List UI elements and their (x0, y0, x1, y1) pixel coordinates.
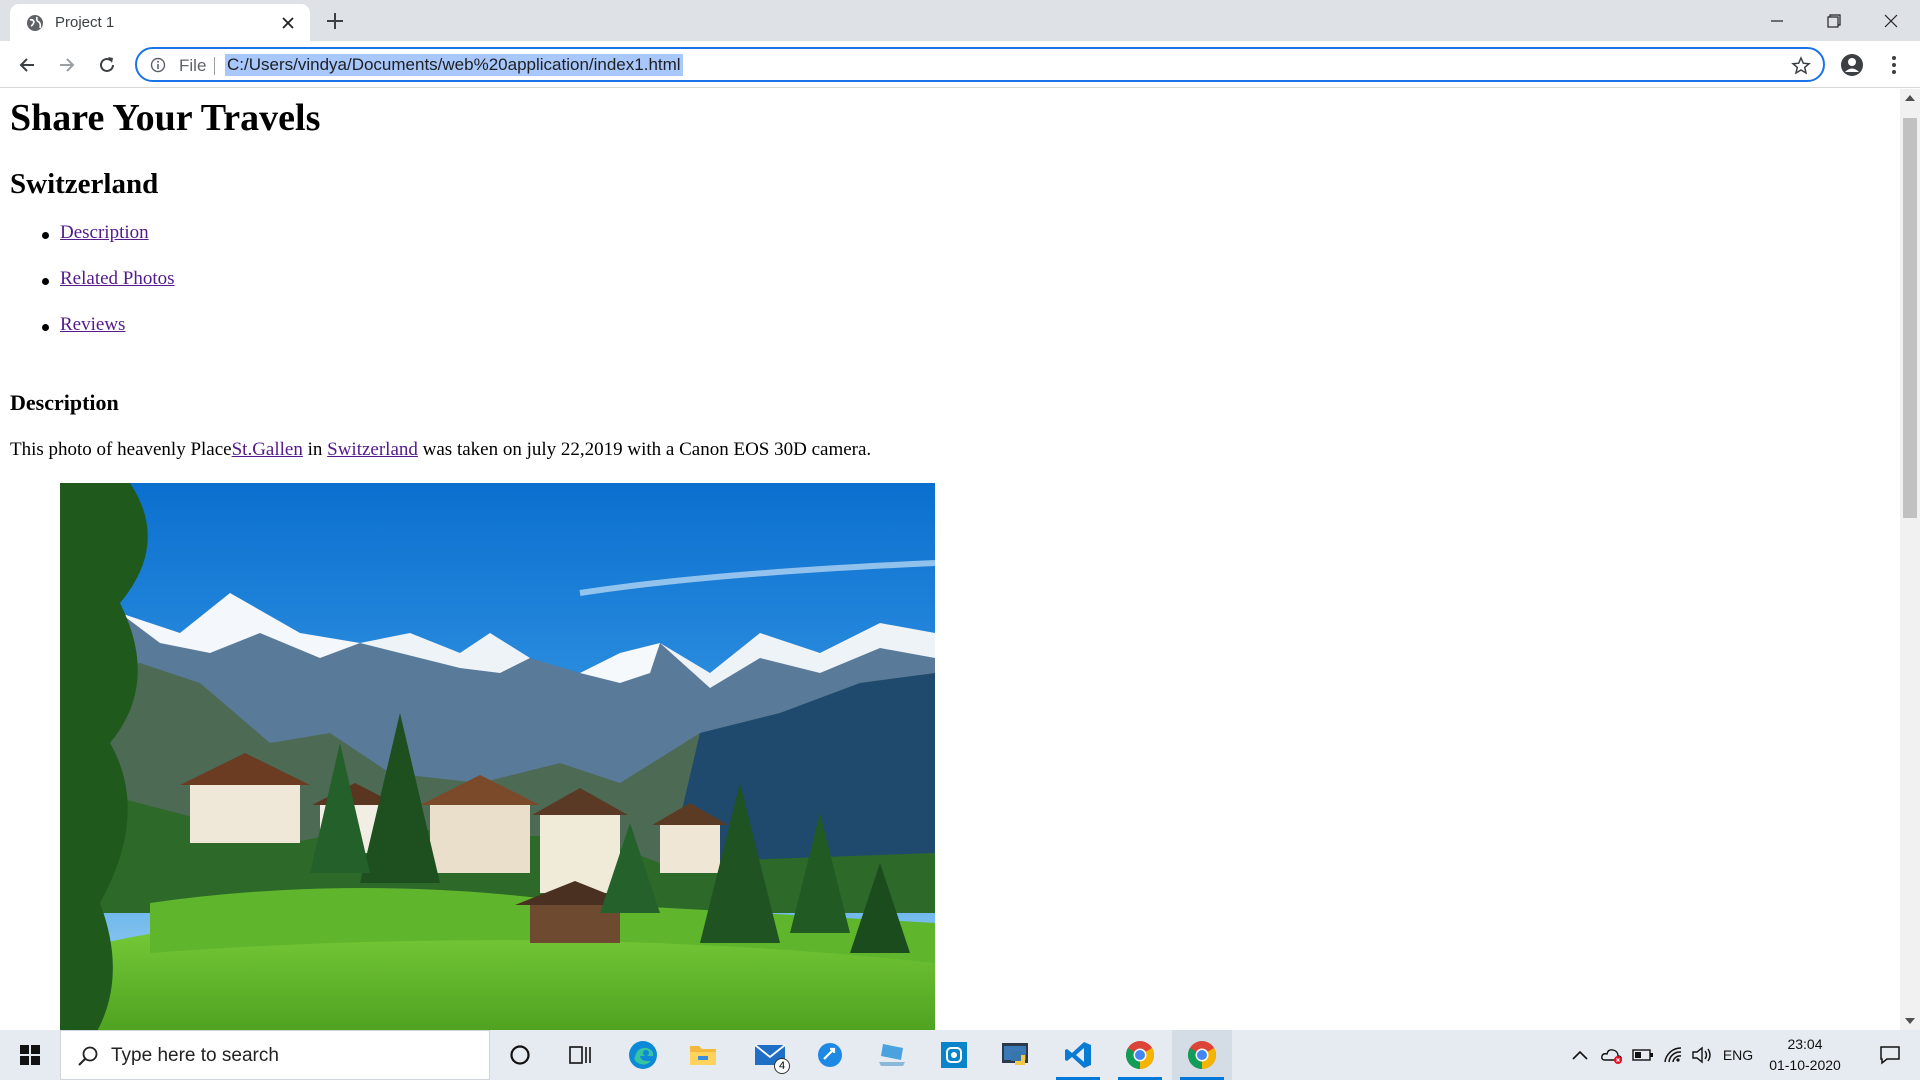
browser-tab[interactable]: Project 1 (10, 4, 310, 41)
taskbar-python[interactable] (986, 1030, 1046, 1080)
search-placeholder: Type here to search (111, 1045, 279, 1066)
page-viewport: Share Your Travels Switzerland Descripti… (0, 89, 1900, 1030)
taskbar-search-box[interactable]: Type here to search (60, 1030, 490, 1080)
taskbar-app-camera[interactable] (924, 1030, 984, 1080)
app-circle-icon (818, 1043, 842, 1067)
country-heading: Switzerland (10, 168, 159, 200)
close-tab-icon[interactable] (280, 15, 296, 31)
scheme-label: File (179, 56, 207, 75)
taskbar-app-blue[interactable] (800, 1030, 860, 1080)
python-app-icon (1002, 1043, 1028, 1065)
chrome-icon (1188, 1041, 1216, 1069)
tray-wifi[interactable] (1660, 1030, 1686, 1080)
task-view-icon (569, 1046, 591, 1064)
windows-logo-icon (20, 1045, 40, 1065)
clock-time: 23:04 (1787, 1036, 1823, 1052)
restore-icon (1827, 13, 1841, 28)
edge-icon (629, 1041, 657, 1069)
restore-button[interactable] (1805, 0, 1863, 41)
new-tab-icon[interactable] (324, 10, 346, 32)
country-link[interactable]: Switzerland (327, 439, 418, 460)
arrow-right-icon (60, 58, 75, 72)
wifi-icon (1664, 1047, 1682, 1063)
close-icon (1884, 14, 1898, 27)
device-icon (879, 1044, 905, 1066)
taskbar-file-explorer[interactable] (673, 1030, 733, 1080)
nav-item-reviews: Reviews (42, 314, 175, 360)
description-heading: Description (10, 390, 119, 415)
info-icon[interactable] (150, 57, 166, 73)
landscape-photo (60, 483, 935, 1030)
page-title: Share Your Travels (10, 97, 321, 139)
taskbar: Type here to search 4 ENG 23:04 01-10-20… (0, 1030, 1920, 1080)
tray-onedrive[interactable] (1598, 1030, 1626, 1080)
taskbar-edge[interactable] (613, 1030, 673, 1080)
minimize-icon (1771, 19, 1783, 22)
nav-link-description[interactable]: Description (60, 222, 149, 243)
minimize-button[interactable] (1748, 0, 1806, 41)
camera-app-icon (941, 1042, 967, 1068)
reload-button[interactable] (94, 52, 120, 78)
action-center-button[interactable] (1862, 1030, 1918, 1080)
browser-toolbar: File C:/Users/vindya/Documents/web%20app… (0, 41, 1920, 88)
taskbar-chrome-1[interactable] (1110, 1030, 1170, 1080)
taskbar-chrome-2[interactable] (1172, 1030, 1232, 1080)
menu-dots-icon[interactable] (1884, 53, 1904, 77)
tab-strip: Project 1 (0, 0, 1920, 41)
globe-icon (27, 15, 43, 31)
description-in: in (302, 439, 328, 460)
language-label: ENG (1722, 1047, 1754, 1063)
scroll-up-arrow-icon[interactable] (1905, 95, 1915, 101)
forward-button[interactable] (54, 52, 80, 78)
city-link[interactable]: St.Gallen (232, 439, 303, 460)
chrome-icon (1126, 1041, 1154, 1069)
tab-title: Project 1 (55, 14, 115, 31)
taskbar-mail[interactable]: 4 (740, 1030, 800, 1080)
nav-item-related-photos: Related Photos (42, 268, 175, 314)
tray-battery[interactable] (1630, 1030, 1656, 1080)
tray-volume[interactable] (1688, 1030, 1716, 1080)
taskbar-clock[interactable]: 23:04 01-10-2020 (1760, 1034, 1850, 1076)
profile-icon[interactable] (1840, 53, 1864, 77)
omnibox-divider (214, 57, 215, 75)
description-paragraph: This photo of heavenly PlaceSt.Gallen in… (10, 439, 871, 461)
taskbar-vscode[interactable] (1048, 1030, 1108, 1080)
folder-icon (690, 1046, 716, 1065)
address-bar[interactable]: File C:/Users/vindya/Documents/web%20app… (135, 47, 1825, 82)
star-icon[interactable] (1791, 56, 1811, 76)
chevron-up-icon (1572, 1050, 1588, 1060)
nav-link-reviews[interactable]: Reviews (60, 314, 125, 335)
tray-overflow-button[interactable] (1568, 1030, 1592, 1080)
description-prefix: This photo of heavenly Place (10, 439, 232, 460)
description-suffix: was taken on july 22,2019 with a Canon E… (417, 439, 872, 460)
vertical-scrollbar[interactable] (1900, 89, 1920, 1030)
scroll-thumb[interactable] (1903, 118, 1917, 518)
scroll-down-arrow-icon[interactable] (1905, 1018, 1915, 1024)
reload-icon (100, 57, 114, 72)
close-window-button[interactable] (1862, 0, 1920, 41)
speaker-icon (1692, 1046, 1711, 1064)
cortana-button[interactable] (490, 1030, 550, 1080)
cortana-circle-icon (510, 1045, 530, 1065)
taskbar-app-device[interactable] (862, 1030, 922, 1080)
nav-item-description: Description (42, 222, 175, 268)
arrow-left-icon (19, 58, 34, 72)
cloud-error-icon (1601, 1049, 1622, 1064)
back-button[interactable] (14, 52, 40, 78)
task-view-button[interactable] (550, 1030, 610, 1080)
section-nav-list: Description Related Photos Reviews (42, 222, 175, 360)
battery-icon (1632, 1049, 1653, 1061)
vscode-icon (1065, 1042, 1091, 1068)
url-text[interactable]: C:/Users/vindya/Documents/web%20applicat… (225, 54, 683, 76)
search-icon (78, 1046, 98, 1066)
mail-badge: 4 (774, 1058, 790, 1074)
notification-icon (1880, 1046, 1900, 1065)
tray-language[interactable]: ENG (1718, 1030, 1758, 1080)
clock-date: 01-10-2020 (1769, 1057, 1841, 1073)
start-button[interactable] (0, 1030, 60, 1080)
nav-link-related-photos[interactable]: Related Photos (60, 268, 175, 289)
